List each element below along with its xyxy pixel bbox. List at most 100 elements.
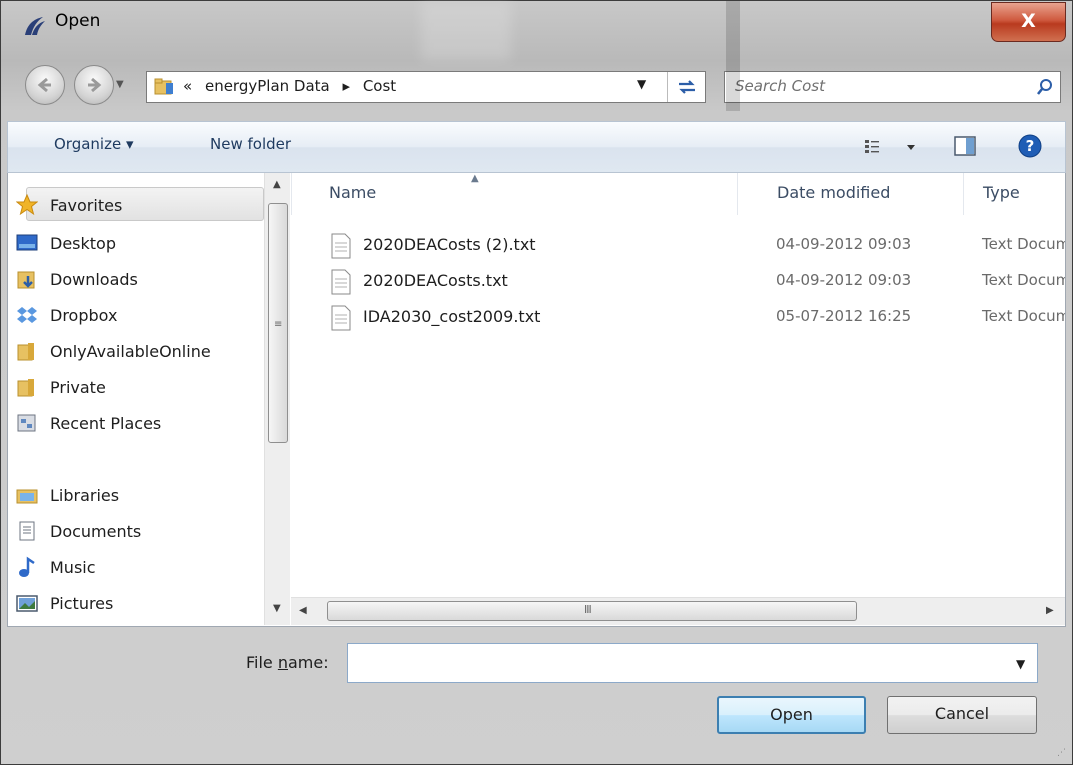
- search-icon[interactable]: [1036, 78, 1054, 96]
- organize-button[interactable]: Organize ▾: [54, 135, 134, 153]
- refresh-icon: [679, 80, 695, 94]
- file-name: IDA2030_cost2009.txt: [363, 307, 541, 326]
- column-header-date-modified[interactable]: Date modified: [777, 183, 890, 202]
- file-list-horizontal-scrollbar[interactable]: ◀ III ▶: [291, 597, 1065, 625]
- navigation-pane: Favorites Desktop Downloads Dropbox Only…: [8, 173, 264, 625]
- address-dropdown-icon[interactable]: ▼: [637, 77, 646, 91]
- open-dialog: Open X ▼ « energyPlan Data ▸ Cost ▼ Sear…: [0, 0, 1073, 765]
- sidebar-item-onlyavailableonline[interactable]: OnlyAvailableOnline: [17, 336, 211, 366]
- column-header-name[interactable]: Name: [329, 183, 376, 202]
- file-row[interactable]: 2020DEACosts.txt 04-09-2012 09:03 Text D…: [291, 263, 1065, 299]
- preview-pane-icon[interactable]: [954, 136, 976, 156]
- back-arrow-icon: [37, 77, 51, 93]
- file-date-modified: 04-09-2012 09:03: [776, 235, 912, 253]
- sidebar-item-label: Music: [50, 557, 96, 577]
- scroll-up-arrow-icon[interactable]: ▲: [273, 179, 281, 190]
- sidebar-item-label: Desktop: [50, 233, 116, 253]
- downloads-folder-icon: [17, 271, 35, 289]
- folder-icon: [17, 379, 34, 397]
- folder-icon: [17, 343, 34, 361]
- sidebar-item-downloads[interactable]: Downloads: [17, 264, 138, 294]
- sidebar-item-label: Libraries: [50, 485, 120, 505]
- column-header-type[interactable]: Type: [983, 183, 1020, 202]
- file-name-label-post: ame:: [288, 653, 329, 672]
- sidebar-item-label: OnlyAvailableOnline: [50, 341, 211, 361]
- search-placeholder: Search Cost: [735, 77, 825, 95]
- back-button[interactable]: [25, 65, 65, 105]
- breadcrumb-separator[interactable]: ▸: [343, 77, 351, 95]
- window-title: Open: [55, 11, 101, 31]
- file-type: Text Document: [982, 271, 1065, 289]
- sidebar-item-label: Documents: [50, 521, 142, 541]
- file-date-modified: 05-07-2012 16:25: [776, 307, 912, 325]
- file-type: Text Document: [982, 307, 1065, 325]
- file-list: Name ▲ Date modified Type 2020DEACosts (…: [291, 173, 1065, 597]
- text-file-icon: [331, 269, 351, 295]
- recent-locations-dropdown[interactable]: ▼: [116, 79, 130, 93]
- forward-arrow-icon: [88, 77, 102, 93]
- sidebar-item-label: Recent Places: [50, 413, 162, 433]
- folder-icon: [154, 78, 173, 95]
- forward-button[interactable]: [74, 65, 114, 105]
- open-button[interactable]: Open: [717, 696, 866, 734]
- sort-ascending-icon: ▲: [471, 173, 479, 184]
- documents-icon: [19, 521, 35, 541]
- column-divider[interactable]: [737, 173, 738, 215]
- grip-icon: ≡: [274, 319, 283, 330]
- close-button[interactable]: X: [991, 2, 1066, 42]
- file-name-label-accelerator: n: [277, 653, 288, 672]
- scrollbar-thumb[interactable]: ≡: [268, 203, 288, 443]
- text-file-icon: [331, 233, 351, 259]
- navigation-pane-scrollbar[interactable]: ▲ ≡ ▼: [264, 173, 290, 625]
- breadcrumb: « energyPlan Data ▸ Cost: [183, 77, 404, 95]
- sidebar-item-pictures[interactable]: Pictures: [16, 588, 114, 618]
- cancel-button[interactable]: Cancel: [887, 696, 1037, 734]
- scroll-left-arrow-icon[interactable]: ◀: [299, 605, 307, 616]
- sidebar-item-documents[interactable]: Documents: [19, 516, 142, 546]
- scroll-right-arrow-icon[interactable]: ▶: [1046, 605, 1054, 616]
- file-name: 2020DEACosts.txt: [363, 271, 508, 290]
- sidebar-item-label: Favorites: [50, 195, 123, 215]
- navigation-bar: ▼ « energyPlan Data ▸ Cost ▼ Search Cost: [1, 63, 1072, 109]
- breadcrumb-cost[interactable]: Cost: [363, 77, 396, 95]
- file-date-modified: 04-09-2012 09:03: [776, 271, 912, 289]
- sidebar-item-desktop[interactable]: Desktop: [16, 228, 116, 258]
- file-row[interactable]: 2020DEACosts (2).txt 04-09-2012 09:03 Te…: [291, 227, 1065, 263]
- resize-grip-icon[interactable]: ⋰: [1057, 748, 1066, 758]
- svg-text:?: ?: [1026, 137, 1035, 155]
- sidebar-item-dropbox[interactable]: Dropbox: [17, 300, 117, 330]
- grip-icon: III: [584, 603, 592, 616]
- title-bar: Open X: [1, 1, 1072, 51]
- address-bar[interactable]: « energyPlan Data ▸ Cost ▼: [146, 71, 706, 103]
- new-folder-button[interactable]: New folder: [210, 135, 291, 153]
- sidebar-item-label: Private: [50, 377, 106, 397]
- sidebar-item-recent-places[interactable]: Recent Places: [17, 408, 162, 438]
- sidebar-item-libraries[interactable]: Libraries: [16, 480, 120, 510]
- file-name-input[interactable]: [347, 643, 1038, 683]
- command-bar: Organize ▾ New folder ?: [7, 121, 1066, 173]
- sidebar-item-favorites[interactable]: Favorites: [16, 190, 123, 220]
- views-icon[interactable]: [863, 136, 921, 158]
- dialog-footer: File name: ▼ Open Cancel ⋰: [1, 627, 1072, 764]
- file-row[interactable]: IDA2030_cost2009.txt 05-07-2012 16:25 Te…: [291, 299, 1065, 335]
- scrollbar-thumb[interactable]: III: [327, 601, 857, 621]
- search-box[interactable]: Search Cost: [724, 71, 1061, 103]
- file-name-label-pre: File: [246, 653, 278, 672]
- sidebar-item-label: Pictures: [50, 593, 114, 613]
- refresh-button[interactable]: [667, 72, 706, 102]
- breadcrumb-energyplan-data[interactable]: energyPlan Data: [205, 77, 330, 95]
- scroll-down-arrow-icon[interactable]: ▼: [273, 603, 281, 614]
- sidebar-item-private[interactable]: Private: [17, 372, 106, 402]
- music-icon: [19, 556, 35, 577]
- help-icon[interactable]: ?: [1018, 134, 1042, 158]
- pictures-icon: [16, 595, 38, 612]
- sidebar-item-music[interactable]: Music: [19, 552, 96, 582]
- desktop-icon: [16, 234, 38, 251]
- text-file-icon: [331, 305, 351, 331]
- breadcrumb-overflow[interactable]: «: [183, 77, 192, 95]
- content-area: Favorites Desktop Downloads Dropbox Only…: [7, 173, 1066, 627]
- recent-places-icon: [17, 414, 36, 432]
- sidebar-item-label: Downloads: [50, 269, 138, 289]
- column-divider[interactable]: [963, 173, 964, 215]
- energyplan-icon: [25, 17, 45, 35]
